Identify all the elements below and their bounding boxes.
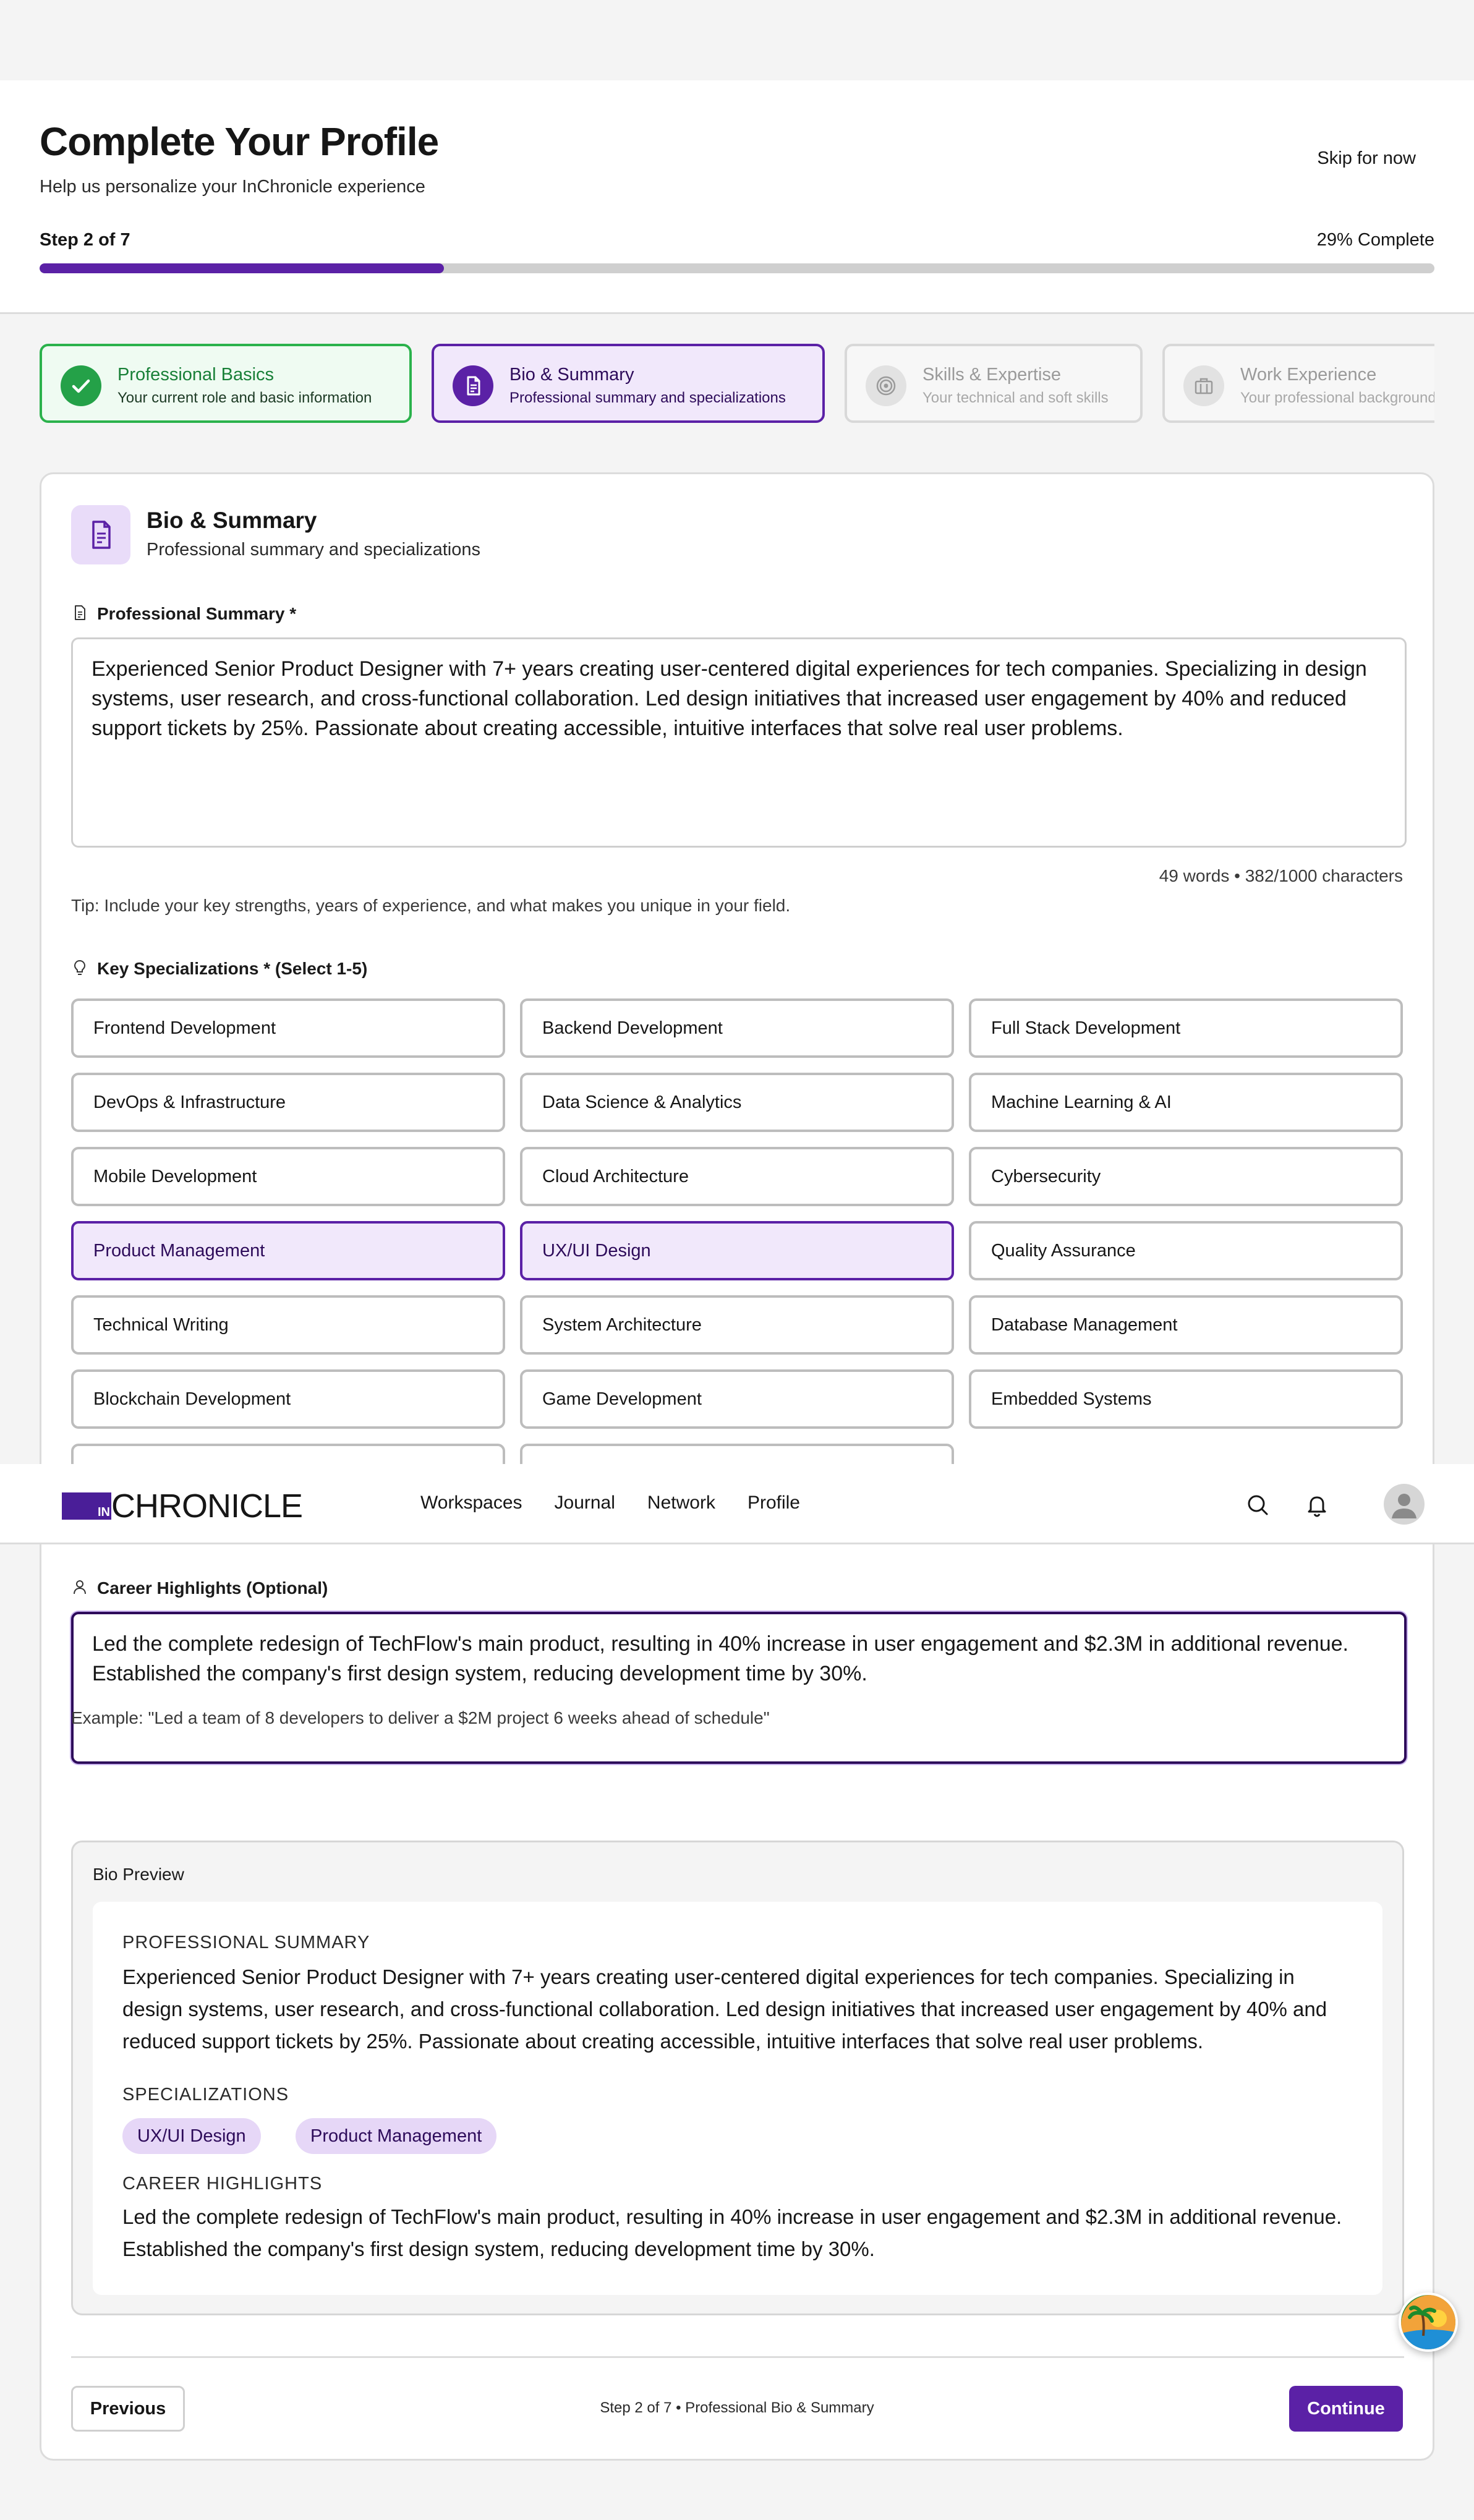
briefcase-icon [1183,365,1224,406]
preview-tag: UX/UI Design [122,2118,261,2154]
specialization-chip[interactable]: DevOps & Infrastructure [71,1073,505,1132]
progress-fill [40,263,445,273]
step-title: Professional Basics [117,365,275,385]
bio-preview: Bio Preview PROFESSIONAL SUMMARY Experie… [71,1841,1404,2315]
nav-links: Workspaces Journal Network Profile [420,1492,800,1513]
nav-link-workspaces[interactable]: Workspaces [420,1492,522,1513]
bell-icon[interactable] [1300,1488,1334,1522]
step-card-bio-summary[interactable]: Bio & Summary Professional summary and s… [432,344,825,423]
career-highlights-textarea[interactable]: Led the complete redesign of TechFlow's … [71,1612,1407,1764]
step-desc: Your technical and soft skills [922,389,1109,406]
progress-bar [40,263,1434,273]
section-title: Bio & Summary [147,508,317,533]
specialization-chip[interactable]: Machine Learning & AI [969,1073,1403,1132]
professional-summary-textarea[interactable]: Experienced Senior Product Designer with… [71,637,1407,848]
specialization-chip[interactable]: Technical Writing [71,1295,505,1355]
preview-tag: Product Management [296,2118,497,2154]
check-icon [61,365,101,406]
step-card-professional-basics[interactable]: Professional Basics Your current role an… [40,344,412,423]
summary-tip: Tip: Include your key strengths, years o… [71,896,791,915]
inchronicle-logo[interactable]: IN CHRONICLE [62,1488,303,1525]
highlights-label: Career Highlights (Optional) [97,1578,328,1598]
preview-highlights-label: CAREER HIGHLIGHTS [122,2174,323,2194]
step-desc: Your current role and basic information [117,389,372,406]
step-card-skills-expertise[interactable]: Skills & Expertise Your technical and so… [845,344,1143,423]
step-tabs: Professional Basics Your current role an… [40,344,1434,424]
preview-summary-text: Experienced Senior Product Designer with… [122,1965,1327,2053]
step-desc: Your professional background [1240,389,1434,406]
document-icon [71,505,130,564]
specialization-chip[interactable]: Blockchain Development [71,1369,505,1429]
top-navigation: IN CHRONICLE Workspaces Journal Network … [0,1464,1474,1544]
skip-button[interactable]: Skip for now [1317,148,1416,169]
nav-link-network[interactable]: Network [647,1492,715,1513]
logo-word: CHRONICLE [111,1488,303,1525]
preview-highlights-text: Led the complete redesign of TechFlow's … [122,2205,1342,2260]
preview-summary-label: PROFESSIONAL SUMMARY [122,1933,370,1952]
step-title: Bio & Summary [509,365,634,385]
specializations-label-row: Key Specializations * (Select 1-5) [71,959,367,981]
preview-content: PROFESSIONAL SUMMARY Experienced Senior … [93,1902,1382,2295]
continue-button[interactable]: Continue [1289,2386,1403,2432]
specialization-chip[interactable]: Embedded Systems [969,1369,1403,1429]
specialization-chip[interactable]: System Architecture [520,1295,954,1355]
preview-heading: Bio Preview [93,1865,184,1884]
footer-divider [71,2356,1404,2358]
step-title: Skills & Expertise [922,365,1062,385]
specialization-chip[interactable]: UX/UI Design [520,1221,954,1280]
specialization-chip[interactable]: Database Management [969,1295,1403,1355]
step-indicator: Step 2 of 7 [40,230,130,250]
nav-link-journal[interactable]: Journal [555,1492,615,1513]
progress-percent: 29% Complete [1316,230,1434,250]
specialization-chip[interactable]: Frontend Development [71,998,505,1058]
specialization-chip[interactable]: Quality Assurance [969,1221,1403,1280]
specialization-chip[interactable]: Product Management [71,1221,505,1280]
preview-spec-label: SPECIALIZATIONS [122,2085,289,2105]
specialization-chip[interactable]: Cloud Architecture [520,1147,954,1206]
user-icon [71,1578,88,1600]
specialization-chip[interactable]: Data Science & Analytics [520,1073,954,1132]
document-small-icon [71,604,88,626]
document-icon [453,365,493,406]
step-desc: Professional summary and specializations [509,389,786,406]
logo-mark: IN [62,1492,111,1520]
section-subtitle: Professional summary and specializations [147,540,480,560]
character-counter: 49 words • 382/1000 characters [1159,866,1403,885]
footer-step-text: Step 2 of 7 • Professional Bio & Summary [600,2399,874,2416]
search-icon[interactable] [1240,1488,1275,1522]
specialization-chip[interactable]: Mobile Development [71,1147,505,1206]
step-title: Work Experience [1240,365,1377,385]
specialization-chip[interactable]: Backend Development [520,998,954,1058]
highlights-example: Example: "Led a team of 8 developers to … [71,1708,770,1727]
specialization-chip[interactable]: Full Stack Development [969,998,1403,1058]
specializations-label: Key Specializations * (Select 1-5) [97,959,368,978]
page-subtitle: Help us personalize your InChronicle exp… [40,177,425,197]
avatar[interactable] [1384,1484,1425,1525]
summary-label-row: Professional Summary * [71,604,296,626]
page-title: Complete Your Profile [40,119,439,164]
floating-assistant-button[interactable] [1399,2292,1458,2352]
specialization-chip[interactable]: Cybersecurity [969,1147,1403,1206]
highlights-label-row: Career Highlights (Optional) [71,1578,328,1600]
summary-label: Professional Summary * [97,604,297,623]
specialization-chip[interactable]: Game Development [520,1369,954,1429]
nav-link-profile[interactable]: Profile [748,1492,800,1513]
target-icon [866,365,906,406]
profile-header: Complete Your Profile Help us personaliz… [0,80,1474,314]
step-card-work-experience[interactable]: Work Experience Your professional backgr… [1162,344,1434,423]
lightbulb-icon [71,959,88,981]
